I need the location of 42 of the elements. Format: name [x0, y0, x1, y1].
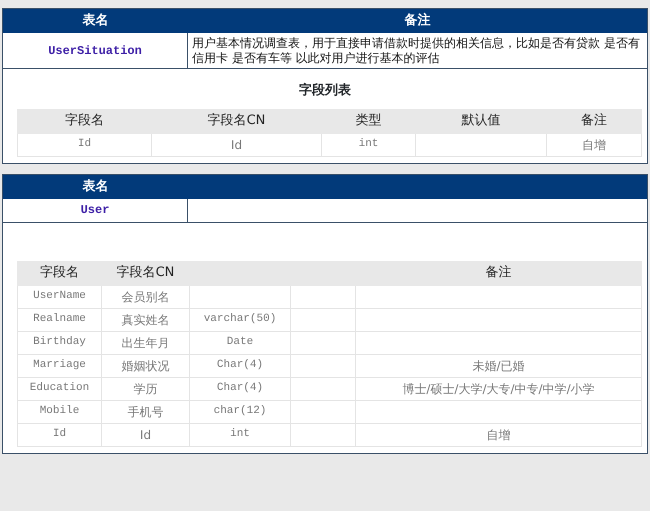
table-cell: UserName — [33, 290, 86, 302]
column-header: 字段名 — [40, 265, 79, 280]
column-header: 类型 — [356, 113, 382, 128]
table-cell: 会员别名 — [122, 290, 170, 304]
column-header: 默认值 — [462, 113, 500, 128]
table-cell: Id — [230, 138, 242, 152]
column-header: 字段名CN — [208, 113, 266, 128]
table-cell: 手机号 — [128, 404, 164, 418]
table-name: User — [80, 202, 110, 219]
table-cell: Id — [140, 428, 152, 442]
section-title: 字段列表 — [299, 83, 351, 98]
column-header: 备注 — [486, 265, 512, 280]
table-cell: 博士/硕士/大学/大专/中专/中学/小学 — [402, 382, 595, 396]
column-header: 表名 — [82, 13, 108, 28]
table-cell: Char(4) — [216, 382, 264, 394]
table-cell: 婚姻状况 — [122, 358, 170, 372]
table-cell: 自增 — [486, 428, 510, 442]
table-cell: Birthday — [33, 336, 86, 348]
table-cell: Id — [52, 428, 66, 440]
column-header: 字段名 — [65, 113, 104, 128]
table-cell: 未婚/已婚 — [472, 358, 525, 372]
column-header: 表名 — [82, 178, 108, 194]
column-header: 字段名CN — [116, 265, 174, 280]
table-cell: int — [230, 428, 250, 440]
table-cell: Char(4) — [216, 359, 264, 372]
table-cell: 学历 — [134, 382, 158, 396]
column-header: 备注 — [581, 113, 607, 128]
table-cell: char(12) — [214, 405, 266, 418]
table-cell: Date — [226, 336, 254, 348]
table-cell: 出生年月 — [122, 336, 170, 350]
table-cell: Id — [78, 138, 92, 150]
table-cell: int — [358, 138, 378, 150]
table-cell: 自增 — [582, 138, 606, 152]
table-cell: Education — [30, 382, 90, 394]
table-cell: Realname — [33, 313, 86, 326]
column-header: 备注 — [404, 13, 430, 28]
table-cell: Marriage — [33, 359, 86, 372]
table-name: UserSituation — [48, 42, 142, 60]
table-remark: 用户基本情况调查表，用于直接申请借款时提供的相关信息，比如是否有贷款 是否有信用卡 是否有车等 以此对用户进行基本的评估 — [191, 35, 641, 66]
table-cell: Mobile — [40, 405, 80, 418]
table-cell: 真实姓名 — [122, 312, 170, 326]
table-cell: varchar(50) — [204, 313, 276, 326]
